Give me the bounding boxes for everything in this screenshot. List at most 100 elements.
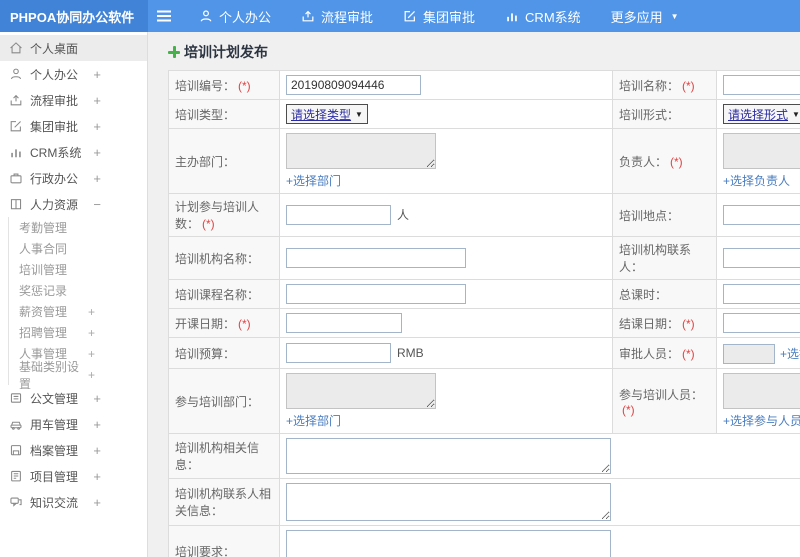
- field-label: 总课时：: [619, 287, 668, 302]
- approver-input[interactable]: [723, 344, 775, 364]
- form-row-orgname-orgcontact: 培训机构名称： 培训机构联系人：: [168, 236, 800, 280]
- sidebar-subitem-rewards[interactable]: 奖惩记录: [9, 280, 147, 301]
- training-plan-form: 培训编号：(*) 培训名称：(*) 培训类型： 请选择类型▼ 培训形式： 请选择…: [168, 70, 800, 557]
- field-label: 培训课程名称：: [175, 287, 260, 302]
- sidebar-subitem-attendance[interactable]: 考勤管理: [9, 217, 147, 238]
- required-mark: (*): [238, 78, 251, 93]
- sidebar-item-hr[interactable]: 人力资源 −: [0, 191, 147, 217]
- sidebar-subitem-base-category[interactable]: 基础类别设置 +: [9, 360, 147, 391]
- field-label: 培训机构联系人相关信息：: [175, 487, 272, 518]
- course-name-input[interactable]: [286, 284, 466, 304]
- sidebar-item-personal-desktop[interactable]: 个人桌面: [0, 35, 147, 61]
- nav-group-approval[interactable]: 集团审批: [388, 0, 490, 32]
- field-label-cell: 参与培训人员：(*): [612, 368, 717, 434]
- sidebar-item-vehicle[interactable]: 用车管理 +: [0, 411, 147, 437]
- select-join-dept-link[interactable]: +选择部门: [286, 412, 341, 429]
- expand-toggle[interactable]: +: [93, 391, 101, 406]
- sidebar-item-label: 考勤管理: [19, 221, 68, 235]
- select-value: 请选择类型: [291, 107, 352, 122]
- leader-textarea[interactable]: [723, 133, 800, 169]
- expand-toggle[interactable]: +: [93, 469, 101, 484]
- training-name-input[interactable]: [723, 75, 800, 95]
- nav-crm-system[interactable]: CRM系统: [490, 0, 596, 32]
- field-label-cell: 主办部门：: [168, 128, 280, 194]
- org-name-input[interactable]: [286, 248, 466, 268]
- sidebar-item-admin-office[interactable]: 行政办公 +: [0, 165, 147, 191]
- document-icon: [10, 393, 22, 403]
- app-logo: PHPOA协同办公软件: [0, 0, 148, 32]
- sidebar-subitem-hr-contract[interactable]: 人事合同: [9, 238, 147, 259]
- field-label: 培训机构联系人：: [619, 243, 692, 274]
- expand-toggle[interactable]: +: [93, 119, 101, 134]
- sidebar-subitem-training[interactable]: 培训管理: [9, 259, 147, 280]
- field-label-cell: 培训课程名称：: [168, 279, 280, 309]
- sidebar-item-crm[interactable]: CRM系统 +: [0, 139, 147, 165]
- expand-toggle[interactable]: +: [93, 67, 101, 82]
- hamburger-menu-icon[interactable]: [156, 9, 172, 23]
- required-mark: (*): [670, 154, 683, 169]
- caret-down-icon: ▼: [355, 109, 363, 119]
- training-type-select[interactable]: 请选择类型 ▼: [286, 104, 368, 124]
- nav-more-apps[interactable]: 更多应用 ▼: [596, 0, 694, 32]
- select-join-people-link[interactable]: +选择参与人员: [723, 412, 800, 429]
- sidebar-item-label: 档案管理: [30, 443, 79, 458]
- join-people-textarea[interactable]: [723, 373, 800, 409]
- field-label: 结课日期：: [619, 316, 680, 331]
- join-dept-textarea[interactable]: [286, 373, 436, 409]
- sidebar-item-knowledge[interactable]: 知识交流 +: [0, 489, 147, 515]
- expand-toggle[interactable]: +: [93, 171, 101, 186]
- sidebar-item-personal-office[interactable]: 个人办公 +: [0, 61, 147, 87]
- start-date-input[interactable]: [286, 313, 402, 333]
- training-mode-select[interactable]: 请选择形式 ▼: [723, 104, 800, 124]
- collapse-toggle[interactable]: −: [93, 197, 101, 212]
- expand-toggle[interactable]: +: [88, 326, 95, 340]
- host-dept-textarea[interactable]: [286, 133, 436, 169]
- sidebar-subitem-recruit[interactable]: 招聘管理 +: [9, 322, 147, 343]
- sidebar-item-label: 用车管理: [30, 417, 79, 432]
- field-label: 参与培训人员：: [619, 387, 704, 402]
- select-approver-link[interactable]: +选择审批人员: [780, 345, 800, 362]
- select-leader-link[interactable]: +选择负责人: [723, 172, 790, 189]
- expand-toggle[interactable]: +: [93, 145, 101, 160]
- field-label: 培训要求：: [175, 544, 236, 557]
- location-input[interactable]: [723, 205, 800, 225]
- nav-personal-office[interactable]: 个人办公: [184, 0, 286, 32]
- form-row-type-mode: 培训类型： 请选择类型 ▼ 培训形式： 请选择形式 ▼: [168, 99, 800, 129]
- nav-flow-approval[interactable]: 流程审批: [286, 0, 388, 32]
- select-dept-link[interactable]: +选择部门: [286, 172, 341, 189]
- field-label-cell: 培训地点：: [612, 193, 717, 237]
- field-label-cell: 计划参与培训人数： (*): [168, 193, 280, 237]
- end-date-input[interactable]: [723, 313, 800, 333]
- sidebar-item-label: 招聘管理: [19, 326, 68, 340]
- sidebar-item-archive[interactable]: 档案管理 +: [0, 437, 147, 463]
- planned-count-input[interactable]: [286, 205, 391, 225]
- expand-toggle[interactable]: +: [88, 368, 95, 382]
- top-nav: 个人办公 流程审批 集团审批 CRM系统 更多应用 ▼: [148, 0, 694, 32]
- sidebar-item-group-approval[interactable]: 集团审批 +: [0, 113, 147, 139]
- sidebar-subitem-salary[interactable]: 薪资管理 +: [9, 301, 147, 322]
- org-contact-info-textarea[interactable]: [286, 483, 611, 521]
- budget-input[interactable]: [286, 343, 391, 363]
- org-contact-input[interactable]: [723, 248, 800, 268]
- expand-toggle[interactable]: +: [93, 417, 101, 432]
- sidebar-item-flow-approval[interactable]: 流程审批 +: [0, 87, 147, 113]
- nav-label: 更多应用: [610, 9, 663, 25]
- expand-toggle[interactable]: +: [88, 305, 95, 319]
- expand-toggle[interactable]: +: [88, 347, 95, 361]
- sidebar-item-label: 薪资管理: [19, 305, 68, 319]
- field-label: 培训形式：: [619, 107, 680, 122]
- main-content: 培训计划发布 培训编号：(*) 培训名称：(*) 培训类型： 请选择类型▼ 培训…: [149, 32, 800, 557]
- expand-toggle[interactable]: +: [93, 495, 101, 510]
- sidebar-item-project[interactable]: 项目管理 +: [0, 463, 147, 489]
- requirement-textarea[interactable]: [286, 530, 611, 557]
- training-code-input[interactable]: [286, 75, 421, 95]
- sidebar-item-label: 个人桌面: [30, 41, 79, 56]
- required-mark: (*): [202, 217, 215, 231]
- expand-toggle[interactable]: +: [93, 93, 101, 108]
- field-label-cell: 结课日期： (*): [612, 308, 717, 338]
- expand-toggle[interactable]: +: [93, 443, 101, 458]
- total-hours-input[interactable]: [723, 284, 800, 304]
- sidebar-item-label: 个人办公: [30, 67, 79, 82]
- org-info-textarea[interactable]: [286, 438, 611, 474]
- form-row-course-hours: 培训课程名称： 总课时：: [168, 279, 800, 309]
